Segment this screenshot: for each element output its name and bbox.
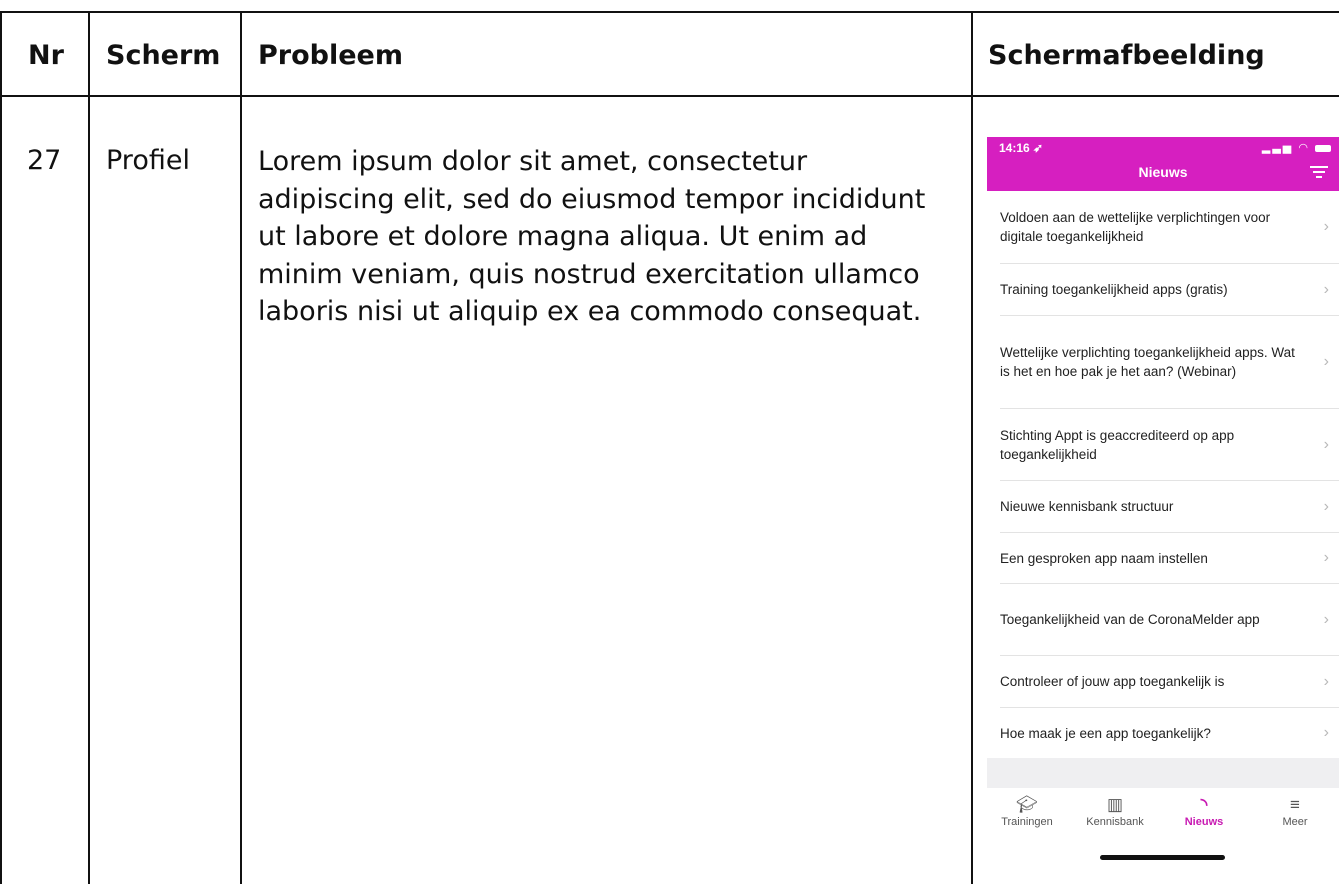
list-footer-spacer [987,758,1339,788]
list-item-label: Voldoen aan de wettelijke verplichtingen… [1000,210,1271,244]
chevron-right-icon: › [1323,280,1329,298]
tab-nieuws[interactable]: ◝ Nieuws [1164,794,1244,828]
list-item[interactable]: Voldoen aan de wettelijke verplichtingen… [987,191,1339,263]
tab-label: Nieuws [1184,816,1224,828]
book-icon: ▥ [1106,795,1124,814]
chevron-right-icon: › [1323,497,1329,515]
list-item[interactable]: Training toegankelijkheid apps (gratis) … [987,264,1339,315]
header-probleem: Probleem [258,40,403,71]
home-indicator [1100,855,1225,860]
tab-label: Trainingen [1001,816,1053,828]
tab-label: Meer [1282,816,1308,828]
list-item-label: Wettelijke verplichting toegankelijkheid… [1000,345,1295,379]
tab-kennisbank[interactable]: ▥ Kennisbank [1075,794,1155,828]
header-scherm: Scherm [106,40,221,71]
table-top-border [0,11,1339,13]
list-item[interactable]: Hoe maak je een app toegankelijk? › [987,708,1339,758]
nav-title: Nieuws [1138,164,1188,180]
list-item[interactable]: Toegankelijkheid van de CoronaMelder app… [987,584,1339,655]
list-item[interactable]: Nieuwe kennisbank structuur › [987,481,1339,532]
table-header-divider [0,95,1339,97]
row-nr: 27 [27,145,62,176]
table-col-divider-1 [88,11,90,884]
chevron-right-icon: › [1323,672,1329,690]
table-col-divider-3 [971,11,973,884]
nav-bar: 14:16 ➶ ▂▃▅ ◠ Nieuws [987,137,1339,191]
row-scherm: Profiel [106,145,190,176]
chevron-right-icon: › [1323,549,1329,566]
list-item-label: Nieuwe kennisbank structuur [1000,499,1174,514]
list-item-label: Controleer of jouw app toegankelijk is [1000,674,1225,689]
location-icon: ➶ [1033,141,1044,155]
list-item-label: Training toegankelijkheid apps (gratis) [1000,282,1228,297]
list-item[interactable]: Wettelijke verplichting toegankelijkheid… [987,316,1339,408]
list-item-label: Een gesproken app naam instellen [1000,550,1208,566]
menu-icon: ≡ [1290,795,1300,814]
chevron-right-icon: › [1323,218,1329,235]
filter-icon[interactable] [1309,163,1329,181]
tab-bar: 🎓︎ Trainingen ▥ Kennisbank ◝ Nieuws ≡ Me… [987,788,1339,884]
header-schermafbeelding: Schermafbeelding [988,40,1265,71]
phone-screenshot: 14:16 ➶ ▂▃▅ ◠ Nieuws Voldoen aan de wett… [987,137,1339,884]
rss-icon: ◝ [1200,795,1208,814]
table-col-divider-2 [240,11,242,884]
tab-trainingen[interactable]: 🎓︎ Trainingen [987,794,1067,828]
list-item-label: Hoe maak je een app toegankelijk? [1000,725,1211,741]
header-nr: Nr [28,40,64,71]
status-icons: ▂▃▅ ◠ [1262,141,1331,154]
status-time: 14:16 ➶ [999,141,1044,155]
battery-icon [1315,144,1331,152]
chevron-right-icon: › [1323,724,1329,741]
list-item-label: Stichting Appt is geaccrediteerd op app … [1000,427,1235,462]
chevron-right-icon: › [1323,435,1329,453]
chevron-right-icon: › [1323,353,1329,370]
chevron-right-icon: › [1323,610,1329,628]
wifi-icon: ◠ [1298,142,1310,154]
list-item[interactable]: Stichting Appt is geaccrediteerd op app … [987,409,1339,480]
list-item-label: Toegankelijkheid van de CoronaMelder app [1000,612,1260,627]
signal-icon: ▂▃▅ [1261,142,1294,154]
graduation-cap-icon: 🎓︎ [1016,795,1038,814]
tab-meer[interactable]: ≡ Meer [1255,794,1335,828]
row-probleem: Lorem ipsum dolor sit amet, consectetur … [258,146,926,327]
list-item[interactable]: Een gesproken app naam instellen › [987,533,1339,583]
tab-label: Kennisbank [1086,816,1144,828]
table-left-border [0,11,2,884]
list-item[interactable]: Controleer of jouw app toegankelijk is › [987,656,1339,707]
